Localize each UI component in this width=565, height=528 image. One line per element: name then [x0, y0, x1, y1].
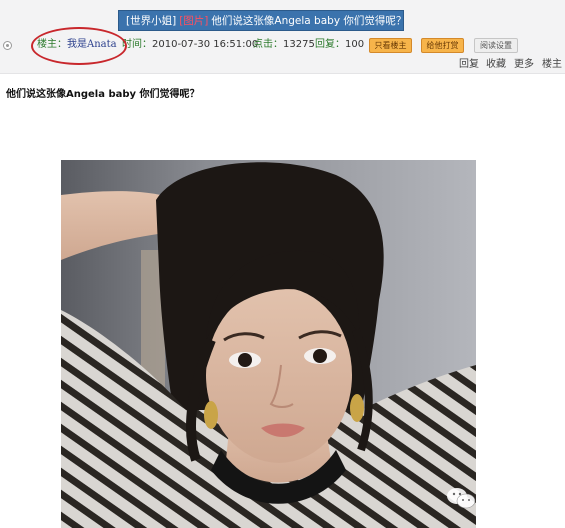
post-time: 2010-07-30 16:51:00 — [152, 39, 259, 50]
wechat-icon — [447, 488, 476, 509]
only-author-button[interactable]: 只看楼主 — [369, 38, 412, 53]
circle-bullet-icon — [3, 41, 12, 50]
more-link[interactable]: 更多 — [514, 58, 534, 72]
reward-button[interactable]: 给他打赏 — [421, 38, 464, 53]
reading-settings-button[interactable]: 阅读设置 — [474, 38, 518, 53]
thread-title[interactable]: 他们说这张像Angela baby 你们觉得呢？ — [211, 15, 403, 27]
views-count: 13275 — [283, 39, 315, 50]
favorite-link[interactable]: 收藏 — [486, 58, 506, 72]
image-flag: [图片] — [179, 15, 209, 27]
portrait-image — [61, 160, 476, 528]
reply-link[interactable]: 回复 — [459, 58, 479, 72]
watermark-text: 凤凰八卦 — [481, 488, 546, 506]
thread-title-bar: [世界小姐] [图片] 他们说这张像Angela baby 你们觉得呢？ — [118, 10, 404, 31]
post-photo — [61, 160, 476, 528]
highlight-oval — [31, 27, 127, 65]
category-link[interactable]: [世界小姐] — [126, 15, 176, 27]
replies-label: 回复： — [315, 39, 345, 50]
views-label: 点击： — [253, 39, 283, 50]
post-title: 他们说这张像Angela baby 你们觉得呢？ — [6, 89, 200, 100]
thread-header: [世界小姐] [图片] 他们说这张像Angela baby 你们觉得呢？ 楼主：我是… — [0, 0, 565, 74]
replies-count: 100 — [345, 39, 365, 50]
floor-label: 楼主 — [542, 59, 562, 70]
